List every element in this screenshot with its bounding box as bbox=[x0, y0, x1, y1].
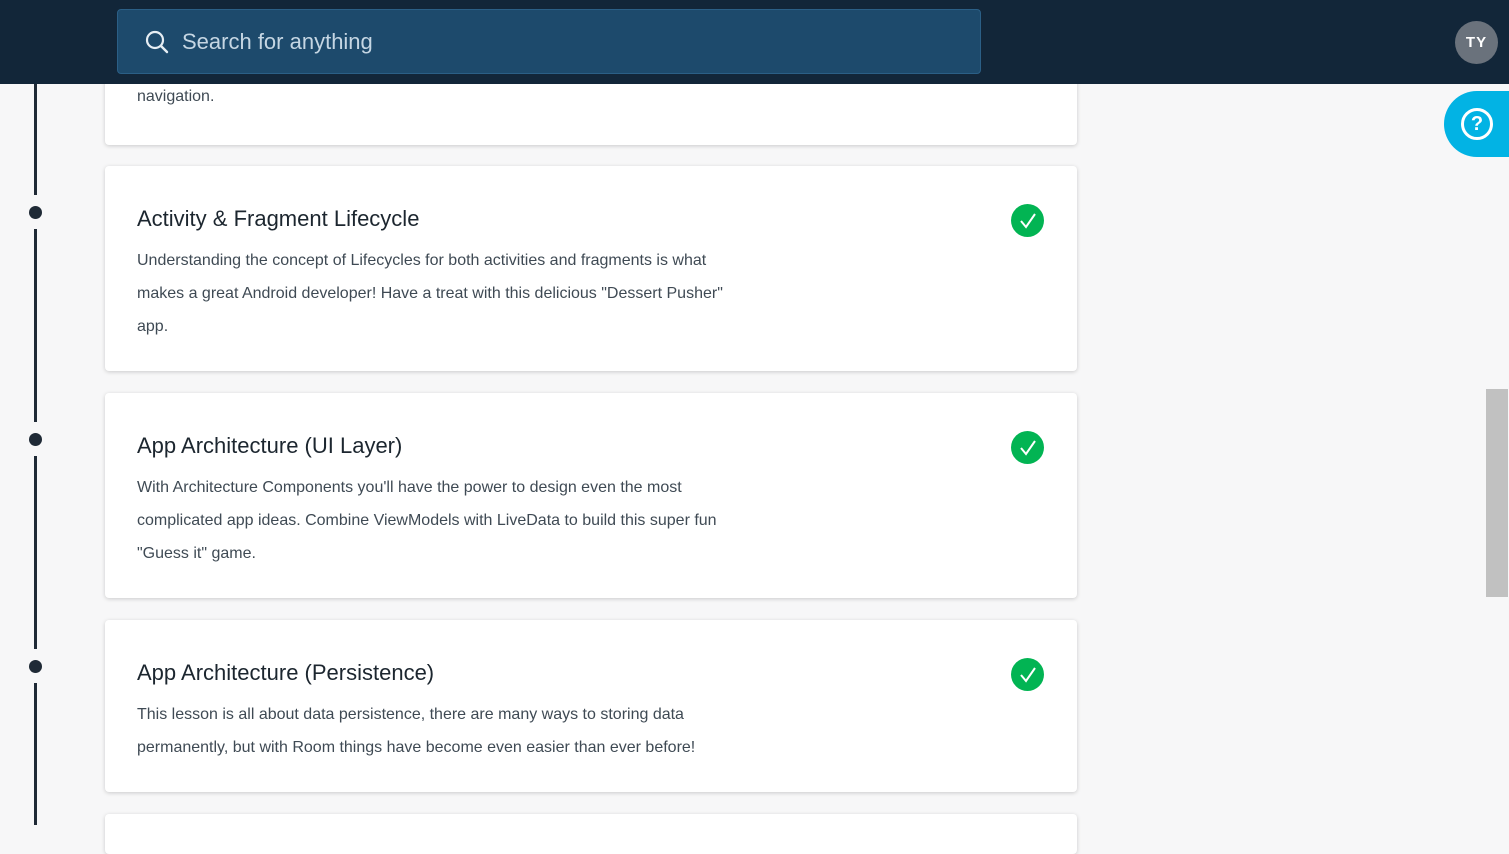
lesson-title: App Architecture (Persistence) bbox=[137, 660, 435, 685]
lesson-title: Activity & Fragment Lifecycle bbox=[137, 206, 420, 231]
lesson-card[interactable]: App Architecture (UI Layer) With Archite… bbox=[105, 393, 1077, 598]
lesson-card[interactable]: App Architecture (Persistence) This less… bbox=[105, 620, 1077, 792]
question-icon: ? bbox=[1461, 108, 1493, 140]
lesson-description: Understanding the concept of Lifecycles … bbox=[137, 252, 723, 335]
help-button[interactable]: ? bbox=[1444, 91, 1509, 157]
completed-check-icon bbox=[1011, 658, 1044, 691]
search-icon bbox=[145, 30, 169, 54]
top-navigation-bar: TY bbox=[0, 0, 1509, 84]
user-avatar[interactable]: TY bbox=[1455, 21, 1498, 64]
timeline-dot bbox=[29, 206, 42, 219]
lesson-description: With Architecture Components you'll have… bbox=[137, 479, 717, 562]
completed-check-icon bbox=[1011, 204, 1044, 237]
lesson-card[interactable]: Activity & Fragment Lifecycle Understand… bbox=[105, 166, 1077, 371]
timeline-dot bbox=[29, 433, 42, 446]
lesson-description: This lesson is all about data persistenc… bbox=[137, 706, 696, 756]
lesson-description: navigation. bbox=[137, 88, 215, 105]
search-bar[interactable] bbox=[117, 9, 981, 74]
completed-check-icon bbox=[1011, 431, 1044, 464]
scrollbar-thumb[interactable] bbox=[1486, 389, 1508, 597]
lesson-card-next[interactable] bbox=[105, 814, 1077, 854]
lesson-title: App Architecture (UI Layer) bbox=[137, 433, 403, 458]
search-input[interactable] bbox=[182, 22, 942, 62]
timeline-dot bbox=[29, 660, 42, 673]
